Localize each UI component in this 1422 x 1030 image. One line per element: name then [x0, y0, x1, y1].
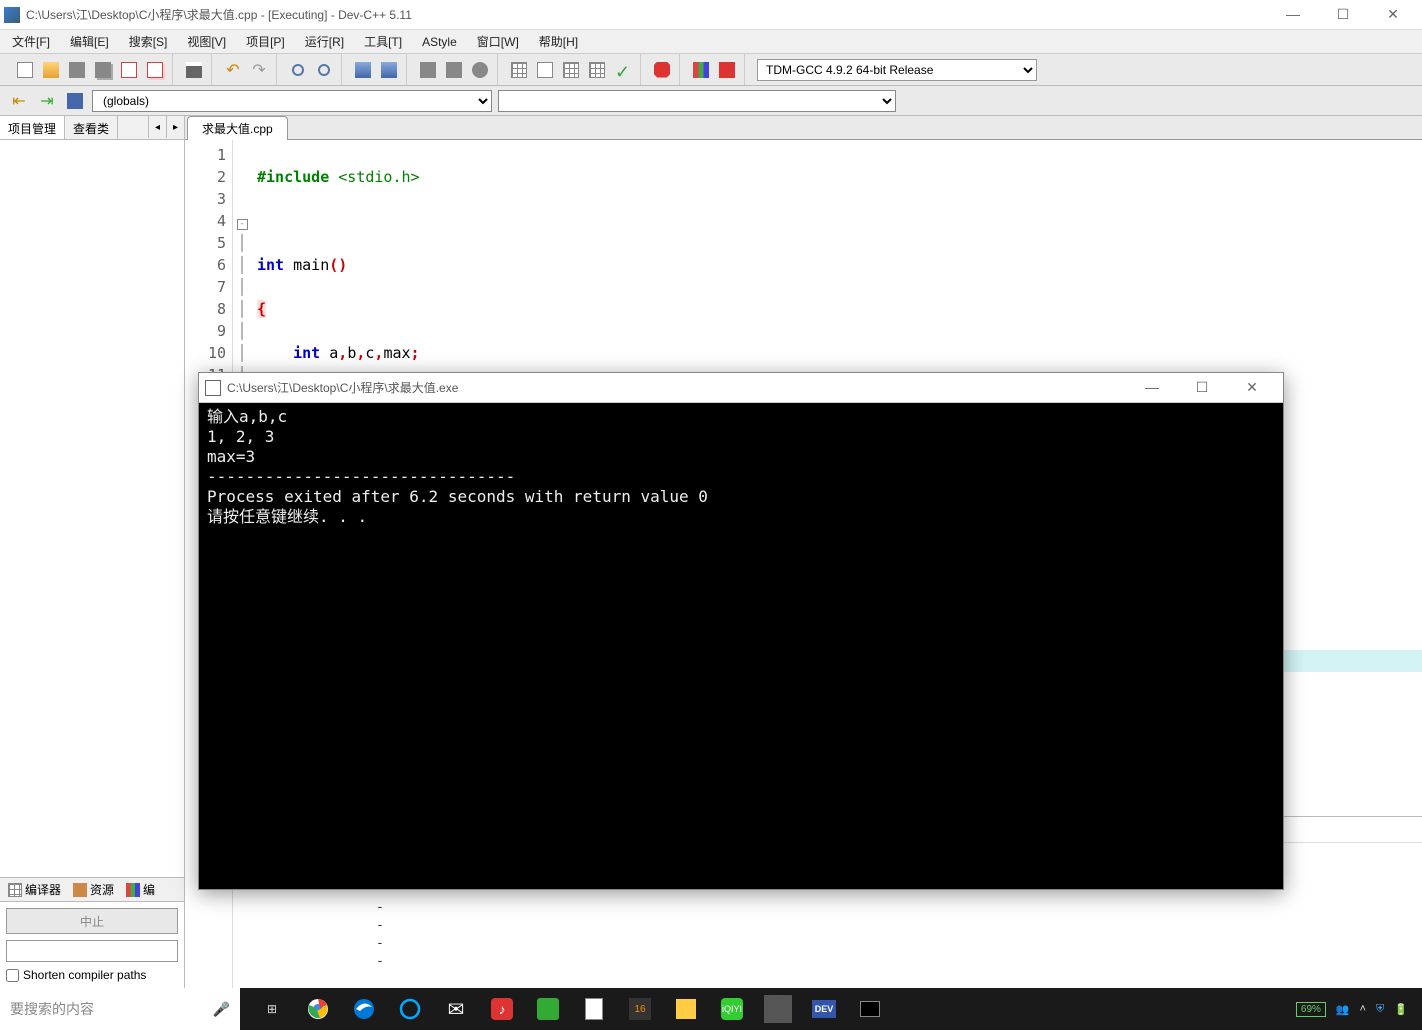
menu-view[interactable]: 视图[V]	[181, 31, 232, 52]
notepad-icon[interactable]	[580, 995, 608, 1023]
editor-tab[interactable]: 求最大值.cpp	[187, 116, 288, 140]
compiler-selector[interactable]: TDM-GCC 4.9.2 64-bit Release	[757, 59, 1037, 81]
tab-project-manager[interactable]: 项目管理	[0, 116, 65, 139]
console-icon	[205, 380, 221, 396]
menu-search[interactable]: 搜索[S]	[123, 31, 174, 52]
maximize-button[interactable]: ☐	[1328, 6, 1358, 23]
step-button[interactable]	[469, 59, 491, 81]
console-title: C:\Users\江\Desktop\C小程序\求最大值.exe	[227, 379, 1137, 396]
people-icon[interactable]: 👥	[1336, 1003, 1350, 1016]
bottom-tab-resources[interactable]: 资源	[69, 879, 118, 900]
scope-toolbar: ⇤ ⇥ (globals)	[0, 86, 1422, 116]
compile-run-button[interactable]	[560, 59, 582, 81]
menu-project[interactable]: 项目[P]	[240, 31, 291, 52]
battery-indicator[interactable]: 69%	[1296, 1002, 1326, 1017]
edge-icon[interactable]	[350, 995, 378, 1023]
rebuild-button[interactable]	[586, 59, 608, 81]
stop-button[interactable]	[443, 59, 465, 81]
project-tree[interactable]	[0, 140, 184, 877]
security-icon[interactable]: ⛨	[1376, 1003, 1384, 1016]
menu-astyle[interactable]: AStyle	[416, 33, 463, 51]
save-all-button[interactable]	[92, 59, 114, 81]
save-button[interactable]	[66, 59, 88, 81]
left-tab-next[interactable]: ▸	[166, 116, 184, 138]
run-button[interactable]	[534, 59, 556, 81]
console-minimize-button[interactable]: —	[1137, 379, 1167, 396]
console-titlebar[interactable]: C:\Users\江\Desktop\C小程序\求最大值.exe — ☐ ✕	[199, 373, 1283, 403]
toggle-bookmark-button[interactable]	[352, 59, 374, 81]
iqiyi-icon[interactable]: iQIYI	[718, 995, 746, 1023]
print-button[interactable]	[183, 59, 205, 81]
sticky-notes-icon[interactable]	[672, 995, 700, 1023]
bottom-tab-compile-log[interactable]: 编	[122, 879, 159, 900]
mail-icon[interactable]: ✉	[442, 995, 470, 1023]
syntax-check-button[interactable]: ✓	[612, 59, 634, 81]
windows-taskbar: 要搜索的内容 🎤 ⊞ ✉ ♪ 16 iQIYI DEV 69% 👥 ˄ ⛨ 🔋	[0, 988, 1422, 1030]
minimize-button[interactable]: —	[1278, 6, 1308, 23]
console-window[interactable]: C:\Users\江\Desktop\C小程序\求最大值.exe — ☐ ✕ 输…	[198, 372, 1284, 890]
console-taskbar-icon[interactable]	[856, 995, 884, 1023]
menu-tools[interactable]: 工具[T]	[358, 31, 408, 52]
mic-icon[interactable]: 🎤	[213, 1001, 230, 1018]
menu-help[interactable]: 帮助[H]	[533, 31, 584, 52]
main-toolbar: ↶ ↷ ✓ TDM-GCC 4.9.2 64-bit Release	[0, 54, 1422, 86]
menu-edit[interactable]: 编辑[E]	[64, 31, 115, 52]
tray-battery-icon[interactable]: 🔋	[1394, 1003, 1408, 1016]
goto-line-button[interactable]	[64, 90, 86, 112]
goto-back-button[interactable]: ⇤	[8, 90, 30, 112]
fold-toggle-icon[interactable]: -	[237, 219, 248, 230]
chrome-icon[interactable]	[304, 995, 332, 1023]
goto-forward-button[interactable]: ⇥	[36, 90, 58, 112]
taskbar-search[interactable]: 要搜索的内容 🎤	[0, 988, 240, 1030]
left-tab-prev[interactable]: ◂	[148, 116, 166, 138]
abort-button[interactable]: 中止	[6, 908, 178, 934]
menu-bar: 文件[F] 编辑[E] 搜索[S] 视图[V] 项目[P] 运行[R] 工具[T…	[0, 30, 1422, 54]
bottom-tab-compiler[interactable]: 编译器	[4, 879, 65, 900]
app-icon	[4, 7, 20, 23]
class-scope-select[interactable]: (globals)	[92, 90, 492, 112]
shorten-paths-checkbox[interactable]	[6, 969, 19, 982]
cortana-icon[interactable]	[396, 995, 424, 1023]
open-file-button[interactable]	[40, 59, 62, 81]
left-panel: 项目管理 查看类 ◂ ▸ 编译器 资源 编 中止 Shorten compile…	[0, 116, 185, 988]
running-app-icon[interactable]	[764, 995, 792, 1023]
netease-music-icon[interactable]: ♪	[488, 995, 516, 1023]
replace-button[interactable]	[313, 59, 335, 81]
console-close-button[interactable]: ✕	[1237, 379, 1267, 396]
compile-command-input[interactable]	[6, 940, 178, 962]
delete-profiling-button[interactable]	[716, 59, 738, 81]
evernote-icon[interactable]	[534, 995, 562, 1023]
profile-analysis-button[interactable]	[690, 59, 712, 81]
new-file-button[interactable]	[14, 59, 36, 81]
goto-bookmark-button[interactable]	[378, 59, 400, 81]
window-titlebar: C:\Users\江\Desktop\C小程序\求最大值.cpp - [Exec…	[0, 0, 1422, 30]
task-view-icon[interactable]: ⊞	[258, 995, 286, 1023]
menu-run[interactable]: 运行[R]	[299, 31, 350, 52]
close-file-button[interactable]	[118, 59, 140, 81]
function-scope-select[interactable]	[498, 90, 896, 112]
menu-file[interactable]: 文件[F]	[6, 31, 56, 52]
undo-button[interactable]: ↶	[222, 59, 244, 81]
system-tray[interactable]: 69% 👥 ˄ ⛨ 🔋	[1296, 1002, 1422, 1017]
compile-button[interactable]	[508, 59, 530, 81]
search-placeholder: 要搜索的内容	[10, 999, 94, 1019]
console-maximize-button[interactable]: ☐	[1187, 379, 1217, 396]
tray-chevron-icon[interactable]: ˄	[1360, 1003, 1366, 1015]
window-title: C:\Users\江\Desktop\C小程序\求最大值.cpp - [Exec…	[26, 6, 1278, 23]
close-all-button[interactable]	[144, 59, 166, 81]
redo-button[interactable]: ↷	[248, 59, 270, 81]
shorten-paths-label: Shorten compiler paths	[23, 968, 146, 982]
find-button[interactable]	[287, 59, 309, 81]
tab-class-browser[interactable]: 查看类	[65, 116, 118, 139]
sublime-icon[interactable]: 16	[626, 995, 654, 1023]
delete-profile-button[interactable]	[651, 59, 673, 81]
close-button[interactable]: ✕	[1378, 6, 1408, 23]
devcpp-taskbar-icon[interactable]: DEV	[810, 995, 838, 1023]
console-output[interactable]: 输入a,b,c 1, 2, 3 max=3 ------------------…	[199, 403, 1283, 531]
debug-button[interactable]	[417, 59, 439, 81]
menu-window[interactable]: 窗口[W]	[471, 31, 525, 52]
